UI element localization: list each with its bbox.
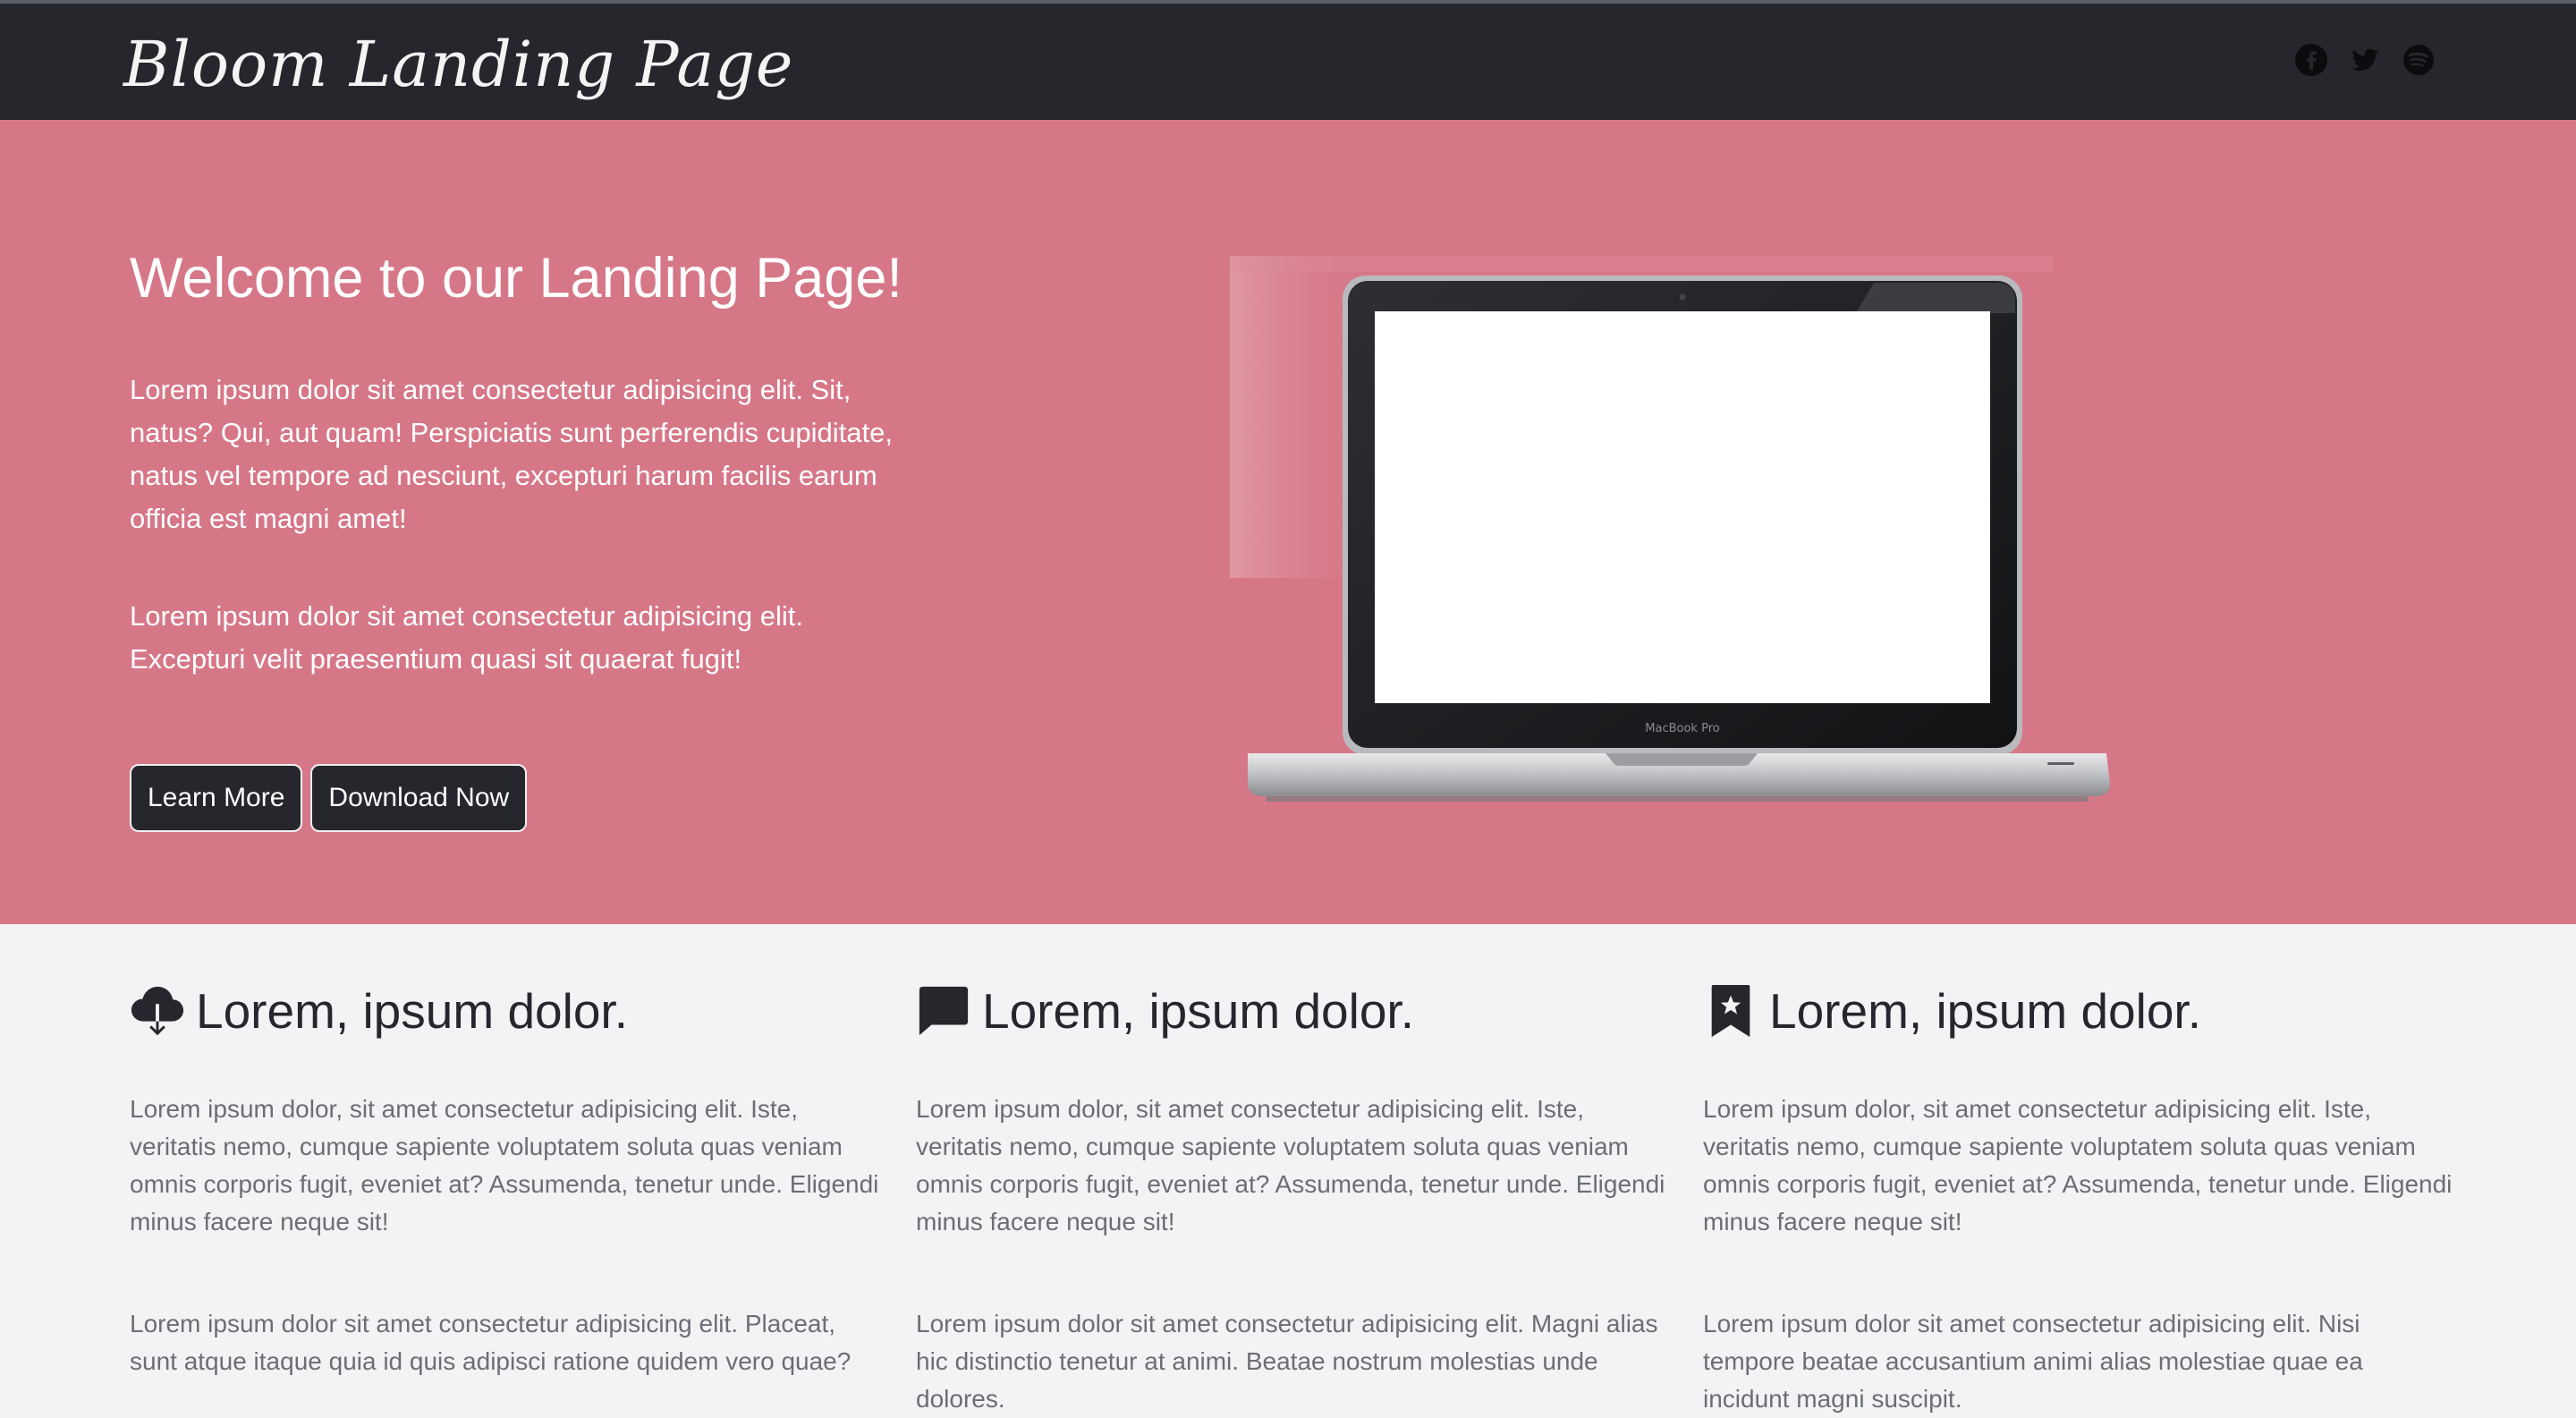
chat-icon <box>919 986 969 1036</box>
features-section: Lorem, ipsum dolor. Lorem ipsum dolor, s… <box>0 924 2576 1415</box>
bookmark-star-icon <box>1711 984 1750 1038</box>
feature-paragraph: Lorem ipsum dolor, sit amet consectetur … <box>1703 1095 2453 1235</box>
feature-paragraph: Lorem ipsum dolor, sit amet consectetur … <box>130 1095 879 1235</box>
feature-paragraph: Lorem ipsum dolor, sit amet consectetur … <box>916 1095 1665 1235</box>
hero-paragraph: Lorem ipsum dolor sit amet consectetur a… <box>130 374 893 534</box>
hero-title: Welcome to our Landing Page! <box>130 247 902 310</box>
twitter-icon[interactable] <box>2349 44 2381 76</box>
cloud-download-icon <box>131 986 184 1036</box>
download-now-button[interactable]: Download Now <box>310 764 528 832</box>
social-links <box>2295 44 2435 76</box>
feature-title: Lorem, ipsum dolor. <box>196 983 628 1039</box>
feature-heading: Lorem, ipsum dolor. <box>130 980 628 1042</box>
hero-buttons: Learn More Download Now <box>130 764 528 832</box>
navbar: Bloom Landing Page <box>0 0 2576 120</box>
spotify-icon[interactable] <box>2402 44 2435 76</box>
laptop-model-label: MacBook Pro <box>1645 722 1719 735</box>
laptop-image: MacBook Pro <box>1230 256 2110 802</box>
hero-section: Welcome to our Landing Page! Lorem ipsum… <box>0 120 2576 924</box>
feature-paragraph: Lorem ipsum dolor sit amet consectetur a… <box>916 1310 1658 1413</box>
feature-title: Lorem, ipsum dolor. <box>982 983 1414 1039</box>
brand-logo[interactable]: Bloom Landing Page <box>123 20 793 109</box>
feature-heading: Lorem, ipsum dolor. <box>916 980 1414 1042</box>
hero-paragraph: Lorem ipsum dolor sit amet consectetur a… <box>130 600 803 675</box>
feature-heading: Lorem, ipsum dolor. <box>1703 980 2201 1042</box>
feature-paragraph: Lorem ipsum dolor sit amet consectetur a… <box>1703 1310 2363 1413</box>
learn-more-button[interactable]: Learn More <box>130 764 303 832</box>
feature-title: Lorem, ipsum dolor. <box>1769 983 2201 1039</box>
facebook-icon[interactable] <box>2295 44 2327 76</box>
feature-paragraph: Lorem ipsum dolor sit amet consectetur a… <box>130 1310 852 1375</box>
